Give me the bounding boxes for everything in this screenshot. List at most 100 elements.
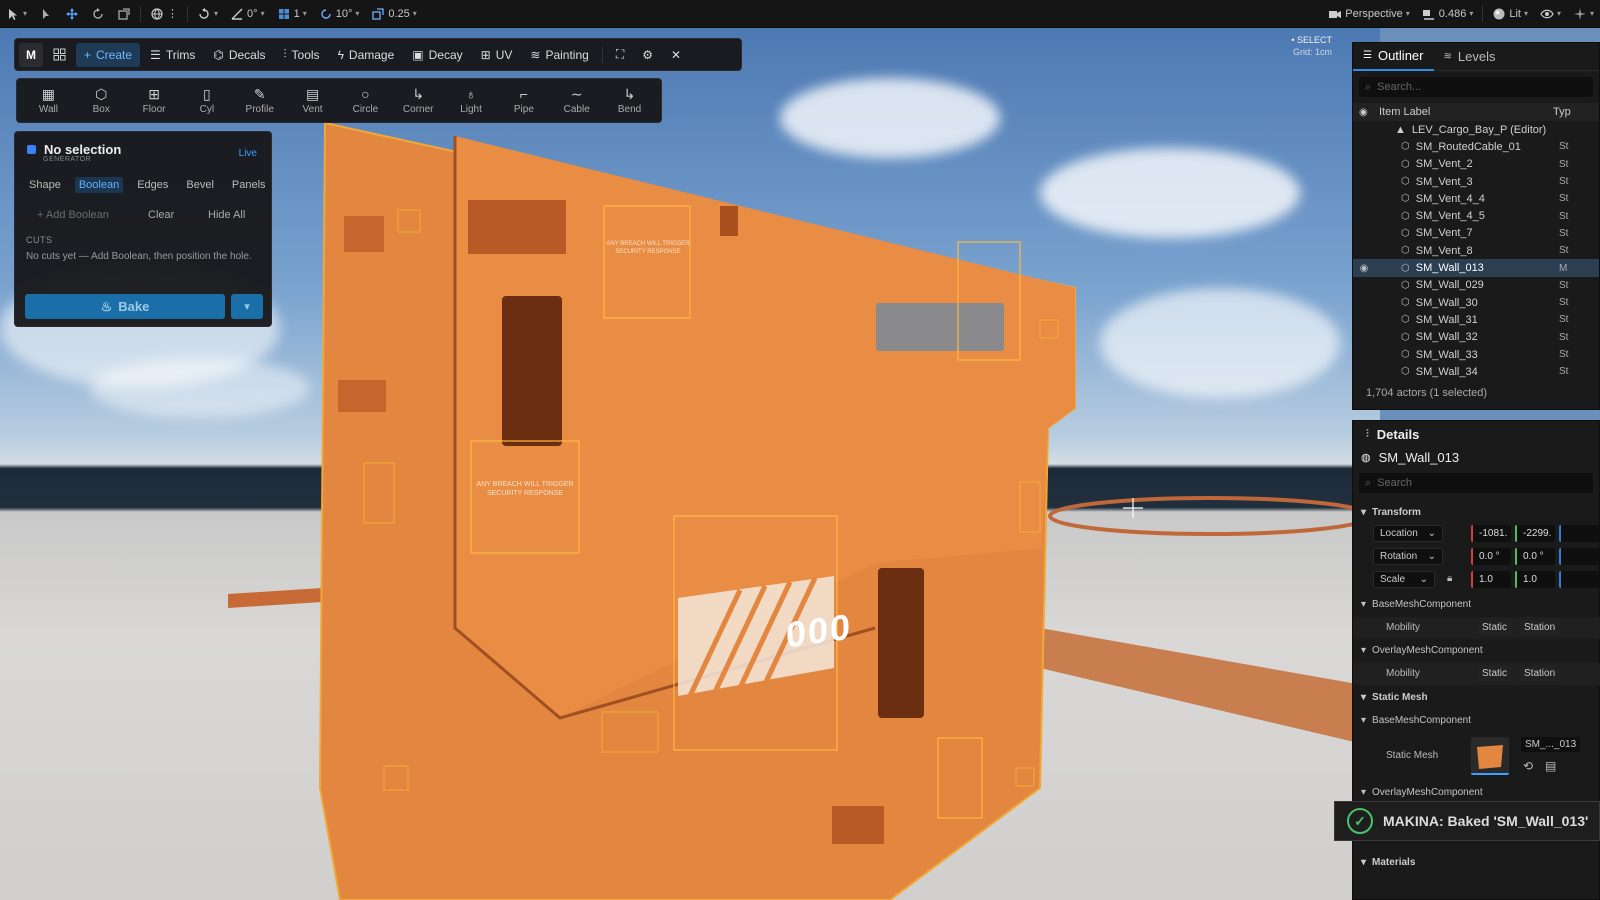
outliner-row[interactable]: ⬡ SM_Vent_2 St xyxy=(1353,156,1599,173)
location-x-field[interactable]: -1081. xyxy=(1471,525,1511,542)
grid-snap-dropdown[interactable]: 1 ▾ xyxy=(271,0,313,28)
mode-damage[interactable]: ϟ Damage xyxy=(330,43,403,67)
tool-cyl[interactable]: ▯ Cyl xyxy=(180,81,233,121)
location-y-field[interactable]: -2299. xyxy=(1515,525,1555,542)
section-overlay-mesh-component[interactable]: ▾ OverlayMeshComponent xyxy=(1361,645,1483,656)
mode-trims[interactable]: ☰ Trims xyxy=(142,43,203,67)
tool-profile[interactable]: ✎ Profile xyxy=(233,81,286,121)
mode-decay[interactable]: ▣ Decay xyxy=(404,43,470,67)
add-boolean-button[interactable]: + Add Boolean xyxy=(37,209,109,221)
tool-vent[interactable]: ▤ Vent xyxy=(286,81,339,121)
section-base-mesh-component[interactable]: ▾ BaseMeshComponent xyxy=(1361,599,1471,610)
outliner-row[interactable]: ⬡ SM_Wall_34 St xyxy=(1353,363,1599,380)
rotation-dropdown[interactable]: Rotation ⌄ xyxy=(1373,548,1443,565)
location-dropdown[interactable]: Location ⌄ xyxy=(1373,525,1443,542)
show-flags-dropdown[interactable]: ▾ xyxy=(1534,0,1567,28)
tool-circle[interactable]: ○ Circle xyxy=(339,81,392,121)
visibility-eye-icon[interactable]: ◉ xyxy=(1353,263,1375,274)
outliner-row[interactable]: ⬡ SM_Wall_029 St xyxy=(1353,277,1599,294)
perspective-dropdown[interactable]: Perspective ▾ xyxy=(1322,0,1416,28)
outliner-row[interactable]: ⬡ SM_Wall_30 St xyxy=(1353,294,1599,311)
rotation-z-field[interactable] xyxy=(1559,548,1600,565)
viewport-options-dropdown[interactable]: ▾ xyxy=(1567,0,1600,28)
outliner-row[interactable]: ⬡ SM_Vent_7 St xyxy=(1353,225,1599,242)
section-base-mesh-component[interactable]: ▾ BaseMeshComponent xyxy=(1361,715,1471,726)
section-transform[interactable]: ▾ Transform xyxy=(1361,507,1421,518)
outliner-row[interactable]: ⬡ SM_Vent_8 St xyxy=(1353,242,1599,259)
close-button[interactable]: ✕ xyxy=(663,43,689,67)
scale-y-field[interactable]: 1.0 xyxy=(1515,571,1555,588)
column-type[interactable]: Typ xyxy=(1553,106,1571,118)
scale-snap-dropdown[interactable]: 0.25 ▾ xyxy=(365,0,422,28)
clear-button[interactable]: Clear xyxy=(148,209,174,221)
mesh-thumbnail[interactable] xyxy=(1471,737,1509,775)
scale-z-field[interactable] xyxy=(1559,571,1600,588)
tool-pipe[interactable]: ⌐ Pipe xyxy=(497,81,550,121)
outliner-row[interactable]: ◉ ⬡ SM_Wall_013 M xyxy=(1353,259,1599,277)
scale-dropdown[interactable]: Scale ⌄ xyxy=(1373,571,1435,588)
static-mesh-picker[interactable]: SM_..._013 xyxy=(1521,737,1581,752)
tool-cable[interactable]: ∼ Cable xyxy=(550,81,603,121)
tool-floor[interactable]: ⊞ Floor xyxy=(128,81,181,121)
bake-button[interactable]: ♨ Bake xyxy=(25,294,225,319)
lock-icon[interactable]: 🔒︎ xyxy=(1447,573,1452,584)
outliner-row[interactable]: ⬡ SM_Wall_31 St xyxy=(1353,311,1599,328)
live-toggle[interactable]: Live xyxy=(239,148,257,159)
select-mode-button[interactable]: ▾ xyxy=(0,0,33,28)
tab-bevel[interactable]: Bevel xyxy=(182,177,218,193)
scale-x-field[interactable]: 1.0 xyxy=(1471,571,1511,588)
visibility-eye-icon[interactable]: ◉ xyxy=(1359,107,1375,118)
browse-icon[interactable]: ▤ xyxy=(1545,759,1556,773)
bake-options-button[interactable]: ▾ xyxy=(231,294,263,319)
world-space-toggle[interactable]: ⋮ xyxy=(144,0,184,28)
layout-grid-button[interactable] xyxy=(45,43,74,67)
tool-corner[interactable]: ↳ Corner xyxy=(392,81,445,121)
outliner-row[interactable]: ⬡ SM_RoutedCable_01 St xyxy=(1353,138,1599,155)
makina-logo-button[interactable]: M xyxy=(19,42,43,67)
mode-decals[interactable]: ⌬ Decals xyxy=(205,43,273,67)
select-tool[interactable] xyxy=(33,0,59,28)
fullscreen-button[interactable]: ⛶ xyxy=(608,43,632,67)
outliner-row[interactable]: ⬡ SM_Wall_33 St xyxy=(1353,346,1599,363)
section-static-mesh[interactable]: ▾ Static Mesh xyxy=(1361,692,1428,703)
details-search[interactable]: ⌕ Search xyxy=(1359,473,1593,493)
outliner-row[interactable]: ⬡ SM_Vent_3 St xyxy=(1353,173,1599,190)
mobility-stationary-option[interactable]: Station xyxy=(1520,620,1560,635)
bake-notification-toast[interactable]: ✓ MAKINA: Baked 'SM_Wall_013' xyxy=(1334,801,1600,841)
tab-boolean[interactable]: Boolean xyxy=(74,177,124,193)
hide-all-button[interactable]: Hide All xyxy=(208,209,245,221)
outliner-search[interactable]: ⌕ Search... xyxy=(1359,77,1593,97)
lit-mode-dropdown[interactable]: Lit ▾ xyxy=(1486,0,1534,28)
tab-shape[interactable]: Shape xyxy=(25,177,65,193)
tool-box[interactable]: ⬡ Box xyxy=(75,81,128,121)
outliner-row[interactable]: ⬡ SM_Vent_4_5 St xyxy=(1353,207,1599,224)
tool-light[interactable]: ♁ Light xyxy=(445,81,498,121)
column-item-label[interactable]: Item Label xyxy=(1379,106,1430,118)
section-overlay-mesh-component[interactable]: ▾ OverlayMeshComponent xyxy=(1361,787,1483,798)
mobility-static-option[interactable]: Static xyxy=(1478,666,1512,681)
outliner-level-row[interactable]: ▲ LEV_Cargo_Bay_P (Editor) xyxy=(1353,121,1599,138)
mode-tools[interactable]: ⫶ Tools xyxy=(276,43,328,67)
tab-levels[interactable]: ≋ Levels xyxy=(1434,43,1506,71)
tab-panels[interactable]: Panels xyxy=(228,177,270,193)
camera-speed-dropdown[interactable]: 0.486 ▾ xyxy=(1416,0,1480,28)
angle-snap-dropdown[interactable]: 10° ▾ xyxy=(313,0,366,28)
tool-wall[interactable]: ▦ Wall xyxy=(22,81,75,121)
mode-create[interactable]: + Create xyxy=(76,42,141,67)
mobility-stationary-option[interactable]: Station xyxy=(1520,666,1560,681)
tool-bend[interactable]: ↳ Bend xyxy=(603,81,656,121)
surface-snap-toggle[interactable]: ▾ xyxy=(191,0,224,28)
mode-painting[interactable]: ≋ Painting xyxy=(522,43,596,67)
location-z-field[interactable] xyxy=(1559,525,1600,542)
settings-button[interactable]: ⚙ xyxy=(634,43,661,67)
rotation-snap-dropdown[interactable]: 0° ▾ xyxy=(224,0,271,28)
rotation-y-field[interactable]: 0.0 ° xyxy=(1515,548,1555,565)
outliner-row[interactable]: ⬡ SM_Wall_32 St xyxy=(1353,329,1599,346)
move-tool[interactable] xyxy=(59,0,85,28)
outliner-row[interactable]: ⬡ SM_Vent_4_4 St xyxy=(1353,190,1599,207)
mode-uv[interactable]: ⊞ UV xyxy=(473,43,521,67)
rotate-tool[interactable] xyxy=(85,0,111,28)
tab-outliner[interactable]: ☰ Outliner xyxy=(1353,43,1434,71)
tab-edges[interactable]: Edges xyxy=(133,177,172,193)
section-materials[interactable]: ▾ Materials xyxy=(1361,857,1415,868)
